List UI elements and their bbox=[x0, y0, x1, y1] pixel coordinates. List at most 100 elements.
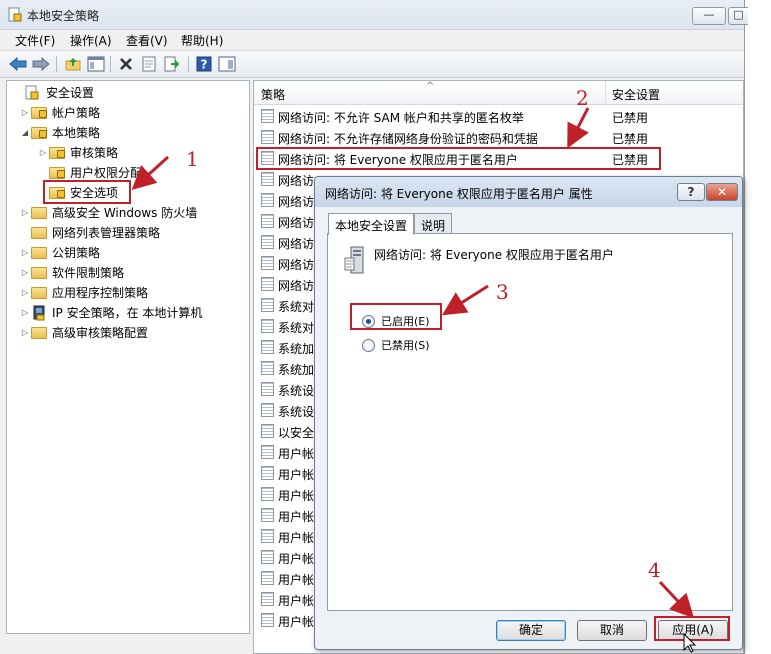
policy-icon bbox=[261, 130, 274, 144]
tree-item[interactable]: ▷ 审核策略 bbox=[37, 142, 118, 162]
server-icon bbox=[344, 246, 364, 274]
tree-expander-icon[interactable]: ▷ bbox=[19, 268, 31, 277]
column-policy[interactable]: 策略 bbox=[261, 86, 285, 103]
delete-icon[interactable] bbox=[116, 54, 136, 74]
properties-icon[interactable] bbox=[139, 54, 159, 74]
tree-item[interactable]: ▷ 高级审核策略配置 bbox=[19, 322, 148, 342]
folder-icon bbox=[31, 265, 47, 279]
policy-name: 系统对 bbox=[278, 300, 315, 314]
folder-icon bbox=[31, 225, 47, 239]
dialog-close-button[interactable]: ✕ bbox=[706, 183, 738, 201]
policy-name: 用户帐 bbox=[278, 510, 315, 524]
policy-icon bbox=[261, 172, 274, 186]
folder-icon bbox=[49, 145, 65, 159]
tree-expander-icon[interactable]: ◢ bbox=[19, 128, 31, 137]
annotation-1: 1 bbox=[186, 147, 199, 171]
tree-item-label: 审核策略 bbox=[70, 145, 119, 160]
policy-icon bbox=[261, 214, 274, 228]
security-policy-icon bbox=[8, 7, 22, 22]
menu-view[interactable]: 查看(V) bbox=[126, 32, 168, 49]
ok-button[interactable]: 确定 bbox=[496, 620, 566, 641]
panel-icon[interactable] bbox=[217, 54, 237, 74]
policy-name: 用户帐 bbox=[278, 468, 315, 482]
policy-name: 用户帐 bbox=[278, 573, 315, 587]
policy-icon bbox=[261, 424, 274, 438]
tree-item[interactable]: ◢ 本地策略 bbox=[19, 122, 100, 142]
tree-item-label: 应用程序控制策略 bbox=[52, 285, 149, 300]
tree-item-label: 公钥策略 bbox=[52, 245, 101, 260]
policy-icon bbox=[261, 571, 274, 585]
menu-file[interactable]: 文件(F) bbox=[15, 32, 55, 49]
up-folder-icon[interactable] bbox=[63, 54, 83, 74]
policy-name: 用户帐 bbox=[278, 594, 315, 608]
policy-icon bbox=[261, 550, 274, 564]
radio-disabled-button[interactable] bbox=[362, 338, 375, 352]
tree-expander-icon[interactable]: ▷ bbox=[19, 308, 31, 317]
annotation-2: 2 bbox=[576, 86, 589, 110]
tree-item-label: 高级审核策略配置 bbox=[52, 325, 149, 340]
table-row[interactable]: 网络访问: 不允许存储网络身份验证的密码和凭据 已禁用 bbox=[254, 127, 743, 148]
policy-name: 用户帐 bbox=[278, 615, 315, 629]
tree-item-label: IP 安全策略，在 本地计算机 bbox=[52, 305, 203, 320]
tree-expander-icon[interactable]: ▷ bbox=[19, 108, 31, 117]
policy-name: 系统加 bbox=[278, 342, 315, 356]
annotation-3: 3 bbox=[496, 280, 509, 304]
radio-disabled[interactable]: 已禁用(S) bbox=[362, 337, 430, 353]
security-settings-icon bbox=[25, 85, 41, 100]
tree-item[interactable]: ▷ IP 安全策略，在 本地计算机 bbox=[19, 302, 202, 322]
column-setting[interactable]: 安全设置 bbox=[612, 86, 660, 103]
tree-item[interactable]: ▷ 公钥策略 bbox=[19, 242, 100, 262]
tree-expander-icon[interactable]: ▷ bbox=[37, 148, 49, 157]
menu-action[interactable]: 操作(A) bbox=[70, 32, 112, 49]
policy-icon bbox=[261, 529, 274, 543]
folder-icon bbox=[31, 245, 47, 259]
policy-name: 网络访问: 不允许 SAM 帐户和共享的匿名枚举 bbox=[278, 111, 524, 125]
tree-item[interactable]: ▷ 帐户策略 bbox=[19, 102, 100, 122]
tab-explain[interactable]: 说明 bbox=[414, 213, 453, 234]
policy-setting: 已禁用 bbox=[612, 132, 649, 146]
folder-icon bbox=[31, 205, 47, 219]
policy-icon bbox=[261, 319, 274, 333]
tree-expander-icon[interactable]: ▷ bbox=[19, 288, 31, 297]
export-icon[interactable] bbox=[162, 54, 182, 74]
dialog-help-button[interactable]: ? bbox=[677, 183, 705, 201]
tree-item[interactable]: ▷ 高级安全 Windows 防火墙 bbox=[19, 202, 197, 222]
tree-item-label: 帐户策略 bbox=[52, 105, 101, 120]
policy-name: 网络访问: 不允许存储网络身份验证的密码和凭据 bbox=[278, 132, 538, 146]
tree-item[interactable]: ▷ 软件限制策略 bbox=[19, 262, 124, 282]
help-icon[interactable]: ? bbox=[194, 54, 214, 74]
back-arrow-icon[interactable] bbox=[8, 54, 28, 74]
annotation-box-2 bbox=[256, 147, 661, 170]
menu-help[interactable]: 帮助(H) bbox=[181, 32, 223, 49]
tree-item[interactable]: 网络列表管理器策略 bbox=[19, 222, 160, 242]
tree-item[interactable]: 用户权限分配 bbox=[37, 162, 142, 182]
dialog-title: 网络访问: 将 Everyone 权限应用于匿名用户 属性 bbox=[325, 187, 593, 201]
tree-expander-icon[interactable]: ▷ bbox=[19, 248, 31, 257]
show-tree-icon[interactable] bbox=[86, 54, 106, 74]
tree-item[interactable]: 安全设置 bbox=[13, 82, 94, 102]
policy-icon bbox=[261, 403, 274, 417]
tree-expander-icon[interactable]: ▷ bbox=[19, 328, 31, 337]
policy-icon bbox=[261, 193, 274, 207]
cancel-button[interactable]: 取消 bbox=[577, 620, 647, 641]
policy-icon bbox=[261, 340, 274, 354]
tab-local-security-setting[interactable]: 本地安全设置 bbox=[328, 213, 415, 235]
tree-expander-icon[interactable]: ▷ bbox=[19, 208, 31, 217]
table-row[interactable]: 网络访问: 不允许 SAM 帐户和共享的匿名枚举 已禁用 bbox=[254, 106, 743, 127]
policy-icon bbox=[261, 508, 274, 522]
policy-icon bbox=[261, 361, 274, 375]
window-title: 本地安全策略 bbox=[27, 9, 100, 23]
tree-item[interactable]: ▷ 应用程序控制策略 bbox=[19, 282, 148, 302]
policy-name: 用户帐 bbox=[278, 447, 315, 461]
policy-setting: 已禁用 bbox=[612, 111, 649, 125]
policy-name: 网络访 bbox=[278, 195, 315, 209]
properties-dialog: 网络访问: 将 Everyone 权限应用于匿名用户 属性 ? ✕ 本地安全设置… bbox=[314, 176, 743, 650]
policy-icon bbox=[261, 235, 274, 249]
minimize-button[interactable]: — bbox=[692, 7, 726, 25]
folder-icon bbox=[49, 165, 65, 179]
tree-item-label: 网络列表管理器策略 bbox=[52, 225, 161, 240]
maximize-button[interactable]: □ bbox=[728, 7, 748, 25]
folder-icon bbox=[31, 125, 47, 139]
folder-icon bbox=[31, 325, 47, 339]
forward-arrow-icon[interactable] bbox=[31, 54, 51, 74]
